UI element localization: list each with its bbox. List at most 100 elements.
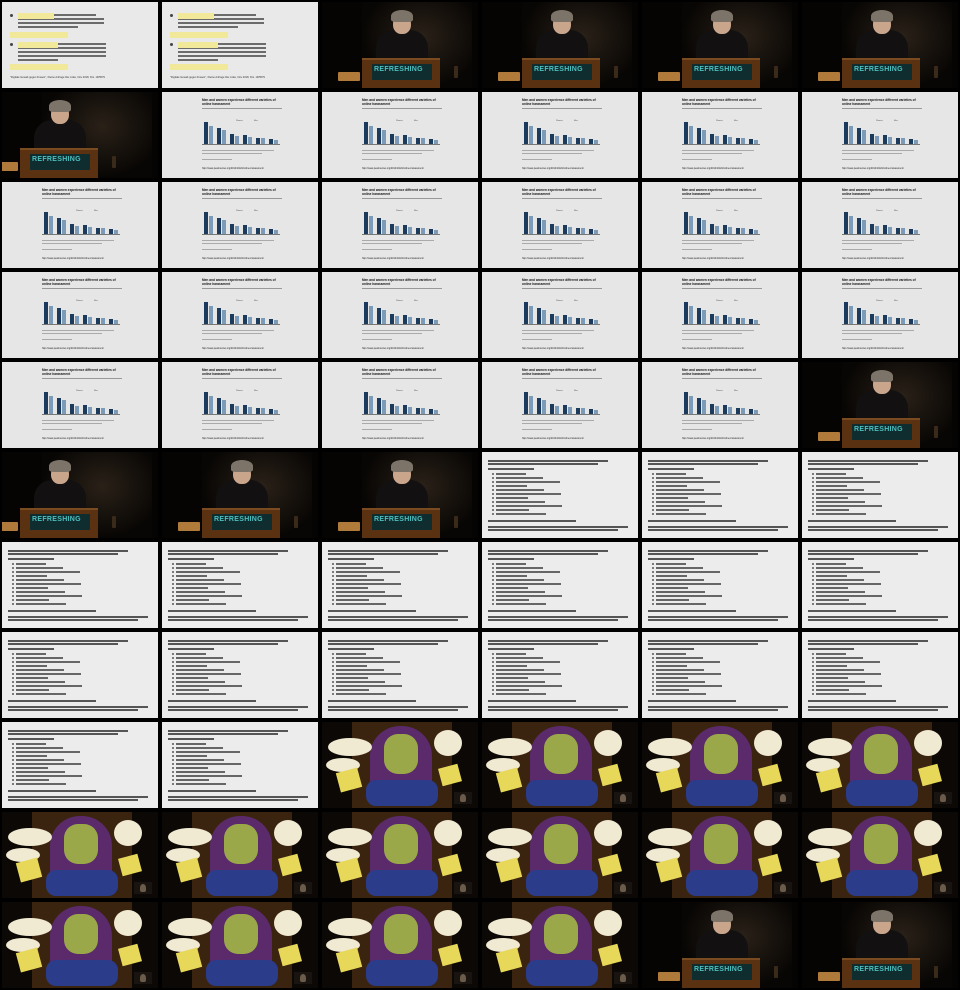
list-item bbox=[16, 665, 47, 667]
bar-men bbox=[715, 226, 719, 234]
list-bullet bbox=[492, 657, 494, 659]
list-bullet bbox=[492, 485, 494, 487]
bar-men bbox=[209, 216, 213, 234]
legend-men: Men bbox=[254, 120, 258, 122]
list-bullet bbox=[492, 489, 494, 491]
sticky-note bbox=[598, 853, 622, 877]
list-item bbox=[16, 657, 63, 659]
list-bullet bbox=[12, 771, 14, 773]
list-item bbox=[656, 501, 705, 503]
bar-men bbox=[248, 317, 252, 324]
bar-women bbox=[870, 134, 874, 144]
text-line bbox=[178, 26, 238, 28]
highlight bbox=[178, 13, 214, 19]
legend-women: Women bbox=[556, 210, 563, 212]
list-bullet bbox=[652, 587, 654, 589]
list-item bbox=[816, 497, 848, 499]
list-item bbox=[16, 763, 81, 765]
bar-women bbox=[243, 315, 247, 324]
note-line bbox=[842, 153, 902, 154]
chart-title: Men and women experience different varie… bbox=[682, 368, 756, 376]
laptop bbox=[2, 162, 18, 171]
speaker-hair bbox=[231, 460, 253, 472]
note-line bbox=[842, 150, 914, 151]
list-bullet bbox=[652, 481, 654, 483]
speaker-hair bbox=[49, 100, 71, 112]
bar-men bbox=[875, 136, 879, 144]
list-item bbox=[16, 575, 47, 577]
source-url: http://www.pewinternet.org/2014/10/22/on… bbox=[42, 437, 104, 440]
chart-title: Men and women experience different varie… bbox=[682, 98, 756, 106]
bullet bbox=[10, 43, 13, 46]
speaker-inset bbox=[134, 972, 152, 984]
note-line bbox=[42, 429, 72, 430]
list-bullet bbox=[492, 481, 494, 483]
list-item bbox=[16, 677, 48, 679]
list-bullet bbox=[652, 665, 654, 667]
source-url: http://www.pewinternet.org/2014/10/22/on… bbox=[362, 167, 424, 170]
source-url: http://www.pewinternet.org/2014/10/22/on… bbox=[362, 257, 424, 260]
list-bullet bbox=[12, 743, 14, 745]
list-bullet bbox=[652, 571, 654, 573]
speaker-hair bbox=[551, 10, 573, 22]
speaker-hair bbox=[711, 910, 733, 922]
bar-men bbox=[395, 226, 399, 234]
list-item bbox=[656, 567, 703, 569]
list-item bbox=[16, 779, 49, 781]
legend-women: Women bbox=[876, 300, 883, 302]
cartoon-figure-face bbox=[384, 734, 418, 774]
frame-cartoon bbox=[2, 902, 158, 988]
source-line bbox=[8, 796, 148, 798]
banner-text: REFRESHING bbox=[214, 516, 263, 523]
list-bullet bbox=[12, 661, 14, 663]
frame-slide-list bbox=[802, 542, 958, 628]
list-bullet bbox=[12, 665, 14, 667]
sticky-note bbox=[118, 853, 142, 877]
note-line bbox=[842, 333, 902, 334]
list-item bbox=[336, 603, 386, 605]
text-line bbox=[18, 55, 106, 57]
bar-men bbox=[369, 306, 373, 324]
legend-women: Women bbox=[76, 390, 83, 392]
note-line bbox=[522, 243, 582, 244]
list-item bbox=[16, 653, 46, 655]
chart-title: Men and women experience different varie… bbox=[202, 188, 276, 196]
list-bullet bbox=[12, 681, 14, 683]
x-axis bbox=[682, 144, 760, 145]
legend-men: Men bbox=[734, 390, 738, 392]
list-bullet bbox=[492, 513, 494, 515]
list-item bbox=[496, 669, 544, 671]
note-line bbox=[42, 249, 72, 250]
bar-women bbox=[390, 404, 394, 414]
legend-men: Men bbox=[254, 390, 258, 392]
note-line bbox=[522, 420, 594, 421]
bar-women bbox=[377, 308, 381, 324]
bottle bbox=[774, 66, 778, 78]
bar-women bbox=[230, 224, 234, 234]
list-item bbox=[656, 485, 687, 487]
list-bullet bbox=[332, 567, 334, 569]
summary-line bbox=[648, 610, 736, 612]
bar-men bbox=[49, 306, 53, 324]
chart-title: Men and women experience different varie… bbox=[362, 188, 436, 196]
speaker-inset-figure bbox=[940, 794, 946, 802]
list-item bbox=[176, 743, 206, 745]
source-text: "Digitale Gewalt gegen Frauen", Kleine A… bbox=[170, 76, 265, 79]
legend-men: Men bbox=[414, 120, 418, 122]
list-item bbox=[176, 657, 223, 659]
heading-line bbox=[808, 643, 918, 645]
list-item bbox=[656, 513, 706, 515]
list-item bbox=[16, 571, 80, 573]
list-item bbox=[496, 493, 561, 495]
refreshing-banner: REFRESHING bbox=[30, 514, 90, 530]
x-axis bbox=[842, 144, 920, 145]
list-bullet bbox=[332, 665, 334, 667]
list-bullet bbox=[652, 501, 654, 503]
heading-line bbox=[8, 550, 128, 552]
speech-bubble bbox=[274, 910, 302, 936]
source-url: http://www.pewinternet.org/2014/10/22/on… bbox=[202, 167, 264, 170]
source-line bbox=[648, 706, 788, 708]
frame-slide-list bbox=[322, 542, 478, 628]
list-bullet bbox=[172, 693, 174, 695]
bar-women bbox=[563, 135, 567, 144]
